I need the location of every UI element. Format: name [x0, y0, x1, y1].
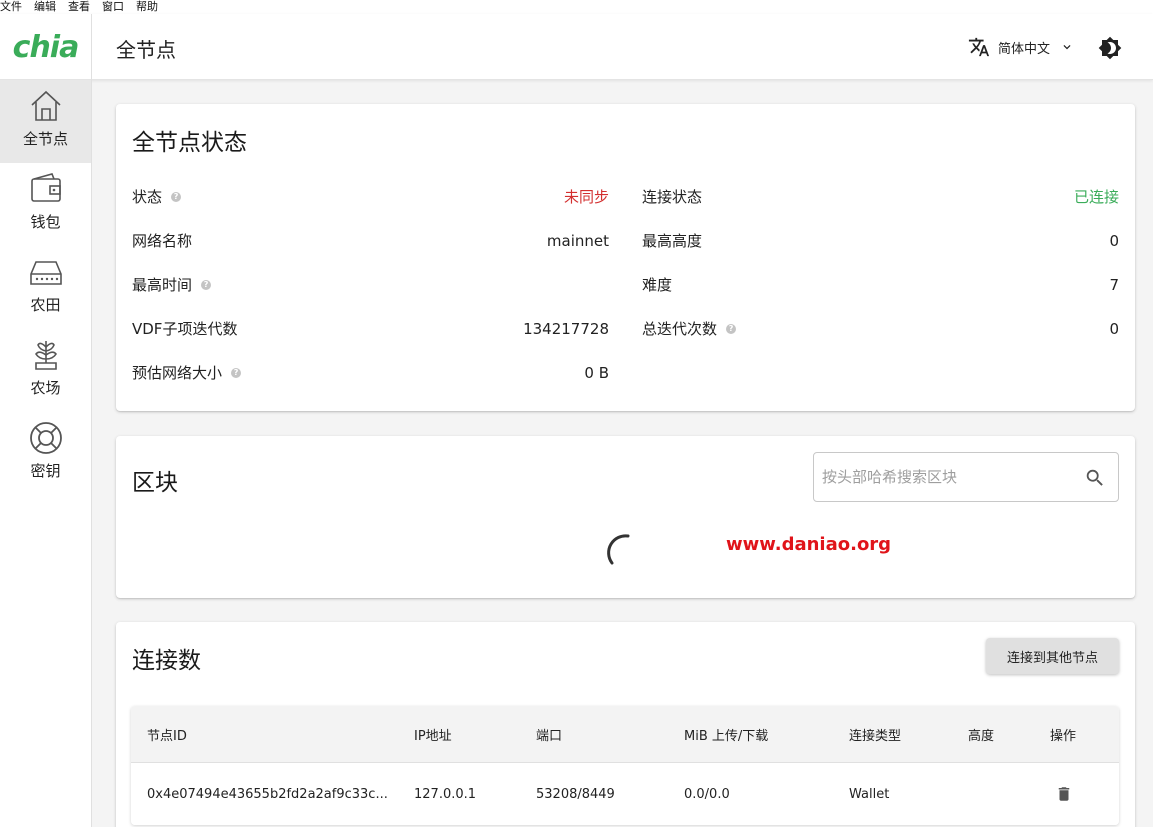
- sidebar-item-wallet[interactable]: 钱包: [0, 163, 91, 246]
- loading-spinner-icon: [607, 534, 630, 565]
- actions-cell: [1055, 763, 1073, 825]
- column-header-actions: 操作: [1050, 728, 1077, 744]
- type-cell: Wallet: [849, 786, 890, 802]
- delete-icon[interactable]: [1055, 784, 1073, 804]
- help-icon[interactable]: ?: [726, 324, 737, 334]
- lifebuoy-icon: [29, 422, 62, 454]
- status-key: 预估网络大小: [132, 364, 223, 382]
- ip-cell: 127.0.0.1: [414, 786, 477, 802]
- connect-to-node-button[interactable]: 连接到其他节点: [986, 638, 1119, 674]
- column-header-port: 端口: [536, 728, 563, 744]
- help-icon[interactable]: ?: [231, 368, 242, 378]
- status-card-title: 全节点状态: [132, 130, 247, 156]
- peak-height-value: 0: [1109, 232, 1119, 250]
- column-header-height: 高度: [968, 728, 995, 744]
- vdf-iterations-value: 134217728: [523, 320, 609, 338]
- app-bar: chia 全节点 简体中文: [0, 14, 1153, 80]
- page-title: 全节点: [116, 38, 176, 62]
- full-node-status-card: 全节点状态 状态? 未同步 网络名称 mainnet 最高时间? VDF子项迭代…: [116, 104, 1135, 411]
- sidebar-item-farm[interactable]: 农场: [0, 329, 91, 412]
- node-id-cell: 0x4e07494e43655b2fd2a2af9c33c...: [147, 786, 388, 802]
- status-key: 最高时间: [132, 276, 193, 294]
- total-iterations-value: 0: [1109, 320, 1119, 338]
- theme-toggle-icon[interactable]: [1098, 36, 1122, 60]
- status-row: 最高高度 0: [642, 231, 1119, 251]
- help-icon[interactable]: ?: [171, 192, 182, 202]
- sidebar-item-full-node[interactable]: 全节点: [0, 80, 91, 163]
- block-search: [813, 452, 1119, 502]
- status-key: 状态: [132, 188, 163, 206]
- column-header-type: 连接类型: [849, 728, 902, 744]
- connection-status-value: 已连接: [1073, 188, 1119, 206]
- table-header: 节点ID IP地址 端口 MiB 上传/下载 连接类型 高度 操作: [131, 706, 1119, 763]
- status-row: 最高时间?: [132, 275, 609, 295]
- chia-logo: chia: [0, 14, 92, 80]
- status-row: 状态? 未同步: [132, 187, 609, 207]
- status-key: 连接状态: [642, 188, 703, 206]
- watermark-text: www.daniao.org: [726, 534, 892, 555]
- menu-window[interactable]: 窗口: [102, 0, 124, 14]
- menubar: 文件 编辑 查看 窗口 帮助: [0, 0, 1153, 14]
- status-key: 难度: [642, 276, 673, 294]
- sidebar-item-label: 农场: [30, 379, 61, 397]
- column-header-ip: IP地址: [414, 728, 452, 744]
- language-selector[interactable]: 简体中文: [968, 36, 1074, 58]
- status-key: 总迭代次数: [642, 320, 718, 338]
- menu-view[interactable]: 查看: [68, 0, 90, 14]
- status-key: 最高高度: [642, 232, 703, 250]
- sidebar-item-label: 密钥: [30, 462, 61, 480]
- difficulty-value: 7: [1109, 276, 1119, 294]
- status-row: VDF子项迭代数 134217728: [132, 319, 609, 339]
- status-row: 总迭代次数? 0: [642, 319, 1119, 339]
- harddrive-icon: [29, 261, 62, 285]
- sidebar: 全节点 钱包 农田 农场 密钥: [0, 80, 92, 827]
- wallet-icon: [30, 173, 61, 202]
- blocks-card: 区块 www.daniao.org: [116, 436, 1135, 598]
- status-row: 网络名称 mainnet: [132, 231, 609, 251]
- sync-status-value: 未同步: [563, 188, 609, 206]
- network-name-value: mainnet: [546, 232, 609, 250]
- home-icon: [30, 90, 61, 121]
- translate-icon: [968, 37, 990, 57]
- status-row: 预估网络大小? 0 B: [132, 363, 609, 383]
- menu-help[interactable]: 帮助: [136, 0, 158, 14]
- sidebar-item-label: 钱包: [30, 213, 61, 231]
- status-key: 网络名称: [132, 232, 193, 250]
- column-header-node-id: 节点ID: [147, 728, 187, 744]
- search-icon[interactable]: [1084, 467, 1106, 489]
- connections-card-title: 连接数: [132, 648, 201, 674]
- sidebar-item-keys[interactable]: 密钥: [0, 412, 91, 495]
- column-header-mib: MiB 上传/下载: [684, 728, 769, 744]
- status-row: 连接状态 已连接: [642, 187, 1119, 207]
- port-cell: 53208/8449: [536, 786, 615, 802]
- sidebar-item-label: 农田: [30, 296, 61, 314]
- sidebar-item-label: 全节点: [22, 130, 68, 148]
- block-search-input[interactable]: [822, 465, 1072, 489]
- menu-edit[interactable]: 编辑: [34, 0, 56, 14]
- status-row: 难度 7: [642, 275, 1119, 295]
- connections-card: 连接数 连接到其他节点 节点ID IP地址 端口 MiB 上传/下载 连接类型 …: [116, 622, 1135, 827]
- menu-file[interactable]: 文件: [0, 0, 22, 14]
- sidebar-item-plots[interactable]: 农田: [0, 246, 91, 329]
- help-icon[interactable]: ?: [201, 280, 212, 290]
- connections-table: 节点ID IP地址 端口 MiB 上传/下载 连接类型 高度 操作 0x4e07…: [131, 706, 1119, 825]
- plant-icon: [34, 341, 57, 370]
- chevron-down-icon: [1063, 45, 1071, 50]
- language-label: 简体中文: [998, 41, 1051, 57]
- mib-cell: 0.0/0.0: [684, 786, 730, 802]
- blocks-card-title: 区块: [132, 470, 178, 496]
- table-row: 0x4e07494e43655b2fd2a2af9c33c... 127.0.0…: [131, 763, 1119, 825]
- status-key: VDF子项迭代数: [132, 320, 238, 338]
- network-space-value: 0 B: [584, 364, 609, 382]
